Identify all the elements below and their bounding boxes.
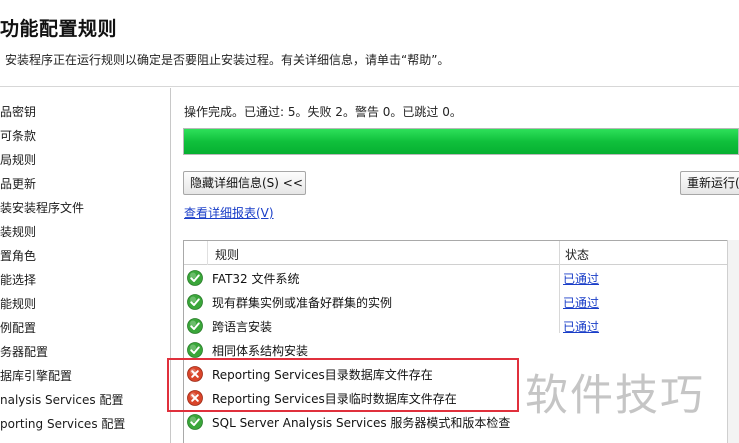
- sidebar: 品密钥 可条款 局规则 品更新 装安装程序文件 装规则 置角色 能选择 能规则 …: [0, 88, 171, 443]
- sidebar-item-install-setup-files[interactable]: 装安装程序文件: [0, 197, 171, 219]
- table-header-icon-column: [184, 241, 208, 265]
- sidebar-item-license-terms[interactable]: 可条款: [0, 125, 171, 147]
- sidebar-item-feature-selection[interactable]: 能选择: [0, 269, 171, 291]
- rule-name: 现有群集实例或准备好群集的实例: [212, 296, 393, 310]
- sidebar-item-label: 品密钥: [0, 105, 37, 119]
- table-header: 规则 状态: [184, 241, 739, 265]
- sidebar-item-label: 装规则: [0, 225, 37, 239]
- column-header-rule[interactable]: 规则: [215, 246, 239, 263]
- table-row[interactable]: FAT32 文件系统 已通过: [184, 266, 739, 290]
- rule-name: Reporting Services目录数据库文件存在: [212, 368, 433, 382]
- sidebar-item-server-config[interactable]: 务器配置: [0, 341, 171, 363]
- sidebar-item-label: 能规则: [0, 297, 37, 311]
- sidebar-item-label: 据库引擎配置: [0, 369, 73, 383]
- progress-bar: [183, 128, 739, 155]
- sidebar-item-label: 局规则: [0, 153, 37, 167]
- rule-status-link[interactable]: 已通过: [563, 270, 599, 287]
- sidebar-item-database-engine-config[interactable]: 据库引擎配置: [0, 365, 171, 387]
- sidebar-item-label: 可条款: [0, 129, 37, 143]
- sidebar-item-label: porting Services 配置: [0, 417, 126, 431]
- page-header: 功能配置规则 安装程序正在运行规则以确定是否要阻止安装过程。有关详细信息，请单击…: [0, 0, 739, 87]
- green-check-icon: [187, 294, 203, 310]
- sidebar-item-analysis-services-config[interactable]: nalysis Services 配置: [0, 389, 171, 411]
- rule-name: 跨语言安装: [212, 320, 273, 334]
- status-summary: 操作完成。已通过: 5。失败 2。警告 0。已跳过 0。: [184, 105, 462, 119]
- red-error-icon: [187, 390, 203, 406]
- sidebar-item-product-updates[interactable]: 品更新: [0, 173, 171, 195]
- red-error-icon: [187, 366, 203, 382]
- sidebar-item-label: 能选择: [0, 273, 37, 287]
- rerun-button[interactable]: 重新运行(R): [680, 171, 739, 195]
- sidebar-item-global-rules[interactable]: 局规则: [0, 149, 171, 171]
- green-check-icon: [187, 270, 203, 286]
- sidebar-item-reporting-services-config[interactable]: porting Services 配置: [0, 413, 171, 435]
- progress-fill: [184, 129, 738, 154]
- rule-status-link[interactable]: 已通过: [563, 294, 599, 311]
- page-subtitle: 安装程序正在运行规则以确定是否要阻止安装过程。有关详细信息，请单击“帮助”。: [5, 53, 450, 67]
- sidebar-item-install-rules[interactable]: 装规则: [0, 221, 171, 243]
- hide-details-button[interactable]: 隐藏详细信息(S) <<: [183, 171, 306, 195]
- green-check-icon: [187, 318, 203, 334]
- table-row[interactable]: 跨语言安装 已通过: [184, 314, 739, 338]
- sidebar-item-label: 置角色: [0, 249, 37, 263]
- green-check-icon: [187, 414, 203, 430]
- sidebar-item-label: 装安装程序文件: [0, 201, 85, 215]
- sidebar-item-label: 品更新: [0, 177, 37, 191]
- rule-name: Reporting Services目录临时数据库文件存在: [212, 392, 457, 406]
- rule-name: 相同体系结构安装: [212, 344, 309, 358]
- column-header-status[interactable]: 状态: [565, 246, 589, 263]
- rule-name: SQL Server Analysis Services 服务器模式和版本检查: [212, 416, 511, 430]
- sidebar-item-setup-role[interactable]: 置角色: [0, 245, 171, 267]
- scrollbar-strip[interactable]: [727, 240, 739, 443]
- sidebar-item-feature-rules[interactable]: 能规则: [0, 293, 171, 315]
- view-detailed-report-link[interactable]: 查看详细报表(V): [184, 204, 274, 221]
- green-check-icon: [187, 342, 203, 358]
- page-title: 功能配置规则: [0, 18, 118, 40]
- sidebar-item-product-key[interactable]: 品密钥: [0, 101, 171, 123]
- sidebar-item-label: 例配置: [0, 321, 37, 335]
- watermark-text: 软件技巧: [525, 371, 705, 421]
- sidebar-item-label: nalysis Services 配置: [0, 393, 124, 407]
- table-row[interactable]: 现有群集实例或准备好群集的实例 已通过: [184, 290, 739, 314]
- sidebar-item-instance-config[interactable]: 例配置: [0, 317, 171, 339]
- rule-name: FAT32 文件系统: [212, 272, 300, 286]
- table-row[interactable]: 相同体系结构安装: [184, 338, 739, 362]
- rule-status-link[interactable]: 已通过: [563, 318, 599, 335]
- sidebar-item-label: 务器配置: [0, 345, 49, 359]
